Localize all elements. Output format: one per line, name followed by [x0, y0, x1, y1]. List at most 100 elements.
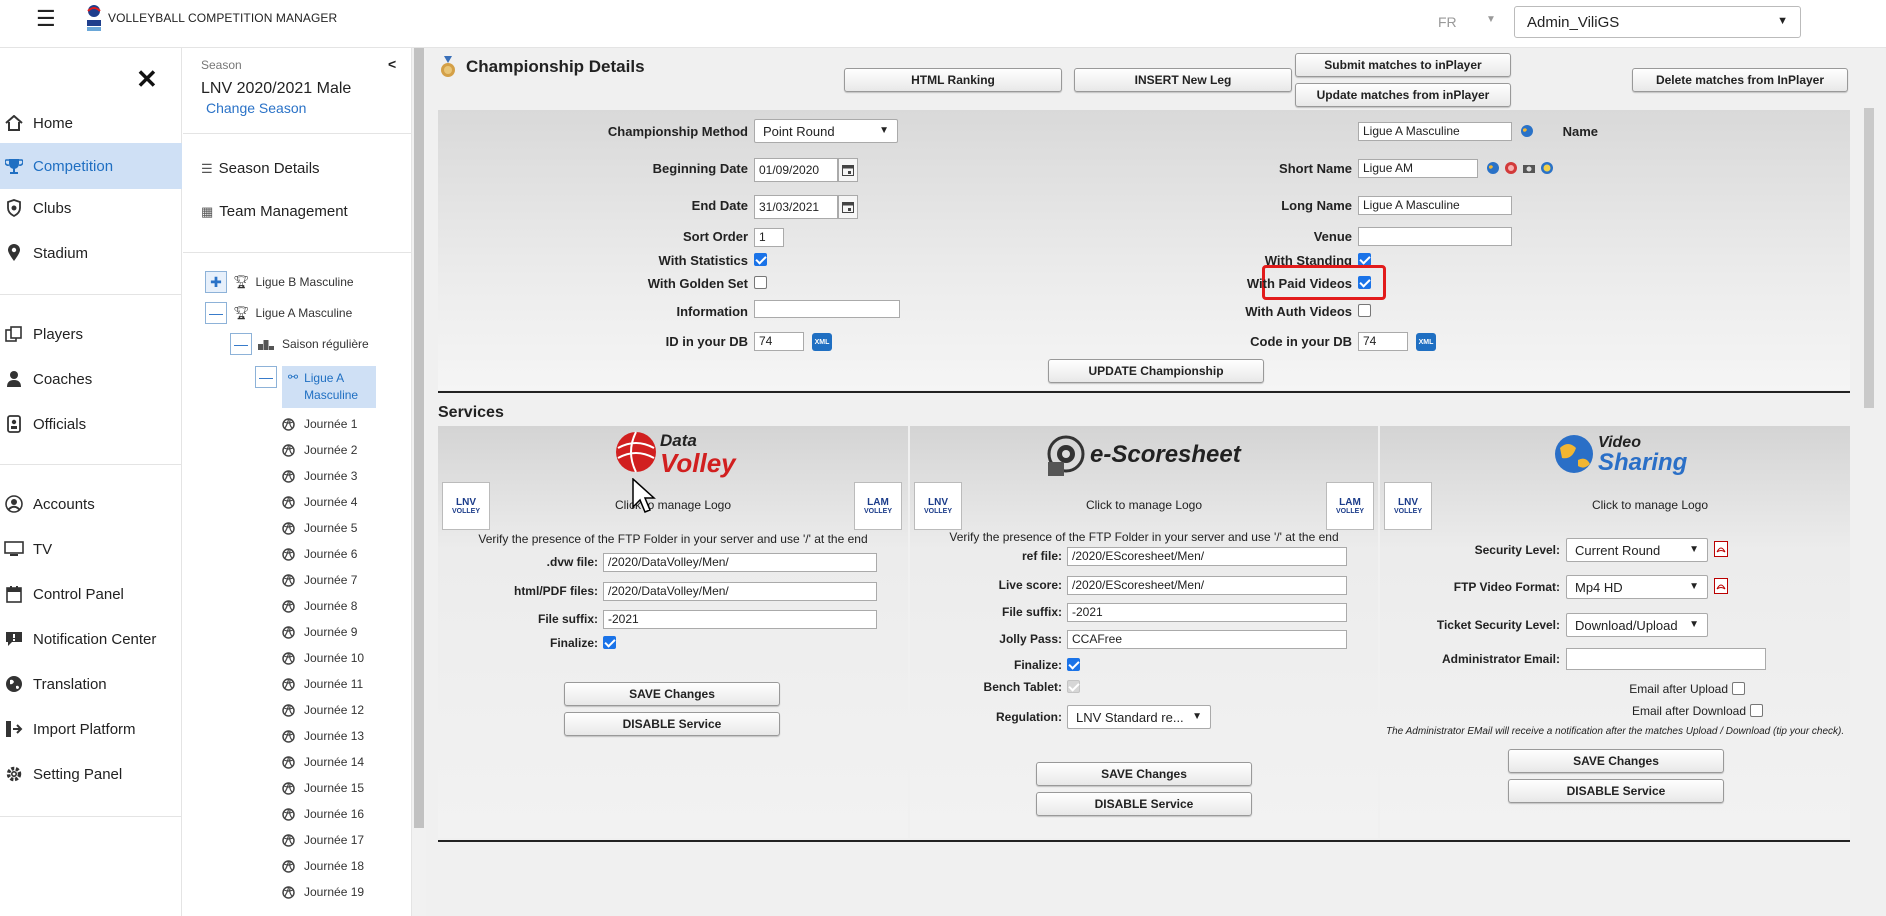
journee-item[interactable]: Journée 17	[282, 833, 364, 847]
ftp-video-format-select[interactable]: Mp4 HD ▼	[1566, 575, 1708, 599]
journee-item[interactable]: Journée 2	[282, 443, 357, 457]
journee-item[interactable]: Journée 18	[282, 859, 364, 873]
regulation-select[interactable]: LNV Standard re... ▼	[1067, 705, 1211, 729]
nav-item-import-platform[interactable]: Import Platform	[0, 706, 182, 752]
journee-item[interactable]: Journée 16	[282, 807, 364, 821]
season-panel-scrollbar[interactable]	[412, 48, 426, 916]
journee-item[interactable]: Journée 10	[282, 651, 364, 665]
with-statistics-checkbox[interactable]	[754, 253, 767, 266]
nav-item-notification-center[interactable]: Notification Center	[0, 616, 182, 662]
nav-item-tv[interactable]: TV	[0, 526, 182, 572]
team-management-link[interactable]: ▦ Team Management	[201, 203, 348, 220]
nav-item-translation[interactable]: Translation	[0, 661, 182, 707]
change-season-link[interactable]: Change Season	[206, 100, 306, 116]
scrollbar-thumb[interactable]	[414, 48, 424, 828]
journee-item[interactable]: Journée 5	[282, 521, 357, 535]
insert-new-leg-button[interactable]: INSERT New Leg	[1074, 68, 1292, 92]
with-golden-set-checkbox[interactable]	[754, 276, 767, 289]
journee-item[interactable]: Journée 19	[282, 885, 364, 899]
nav-item-competition[interactable]: Competition	[0, 143, 182, 189]
nav-item-setting-panel[interactable]: Setting Panel	[0, 751, 182, 797]
journee-item[interactable]: Journée 9	[282, 625, 357, 639]
badge-icon[interactable]	[1540, 161, 1554, 175]
admin-email-input[interactable]	[1566, 648, 1766, 670]
season-details-link[interactable]: ☰ Season Details	[201, 160, 320, 177]
ref-file-input[interactable]: /2020/EScoresheet/Men/	[1067, 547, 1347, 566]
email-after-upload-checkbox[interactable]	[1732, 682, 1745, 695]
method-select[interactable]: Point Round ▼	[754, 119, 898, 143]
nav-item-clubs[interactable]: Clubs	[0, 185, 182, 231]
nav-item-control-panel[interactable]: Control Panel	[0, 571, 182, 617]
sort-order-input[interactable]: 1	[754, 228, 784, 247]
chevron-down-icon[interactable]: ▼	[1486, 14, 1496, 25]
submit-inplayer-button[interactable]: Submit matches to inPlayer	[1295, 53, 1511, 77]
code-in-db-input[interactable]: 74	[1358, 332, 1408, 351]
pdf-icon[interactable]	[1714, 578, 1728, 594]
update-inplayer-button[interactable]: Update matches from inPlayer	[1295, 83, 1511, 107]
nav-item-home[interactable]: Home	[0, 100, 182, 146]
calendar-icon[interactable]	[838, 195, 858, 219]
tree-item-leg-selected[interactable]: ⚯ Ligue A Masculine	[282, 366, 376, 408]
collapse-panel-icon[interactable]: <	[388, 56, 396, 72]
journee-item[interactable]: Journée 6	[282, 547, 357, 561]
ticket-security-select[interactable]: Download/Upload ▼	[1566, 613, 1708, 637]
venue-input[interactable]	[1358, 227, 1512, 246]
finalize-checkbox[interactable]	[603, 636, 616, 649]
journee-item[interactable]: Journée 8	[282, 599, 357, 613]
stamp-icon[interactable]	[1504, 161, 1518, 175]
dvw-file-input[interactable]: /2020/DataVolley/Men/	[603, 553, 877, 572]
with-auth-videos-checkbox[interactable]	[1358, 304, 1371, 317]
translation-globe-icon[interactable]	[1520, 124, 1534, 138]
pdf-icon[interactable]	[1714, 541, 1728, 557]
journee-item[interactable]: Journée 4	[282, 495, 357, 509]
calendar-icon[interactable]	[838, 158, 858, 182]
name-input[interactable]: Ligue A Masculine	[1358, 122, 1512, 141]
journee-item[interactable]: Journée 11	[282, 677, 363, 691]
tree-item-ligue-a[interactable]: — 🏆︎ Ligue A Masculine	[205, 302, 352, 324]
manage-logo-link[interactable]: Click to manage Logo	[1380, 498, 1886, 512]
id-in-db-input[interactable]: 74	[754, 332, 804, 351]
disable-service-button[interactable]: DISABLE Service	[1508, 779, 1724, 803]
journee-item[interactable]: Journée 15	[282, 781, 364, 795]
collapse-minus-icon[interactable]: —	[205, 302, 227, 324]
security-level-select[interactable]: Current Round ▼	[1566, 538, 1708, 562]
journee-item[interactable]: Journée 7	[282, 573, 357, 587]
short-name-input[interactable]: Ligue AM	[1358, 159, 1478, 178]
live-score-input[interactable]: /2020/EScoresheet/Men/	[1067, 576, 1347, 595]
collapse-minus-icon[interactable]: —	[255, 366, 277, 388]
globe-icon[interactable]	[1486, 161, 1500, 175]
save-changes-button[interactable]: SAVE Changes	[1508, 749, 1724, 773]
nav-item-stadium[interactable]: Stadium	[0, 230, 182, 276]
nav-item-coaches[interactable]: Coaches	[0, 356, 182, 402]
file-suffix-input[interactable]: -2021	[603, 610, 877, 629]
xml-icon[interactable]: XML	[812, 333, 832, 351]
journee-item[interactable]: Journée 13	[282, 729, 364, 743]
information-textarea[interactable]	[754, 300, 900, 318]
tree-item-ligue-b[interactable]: ✚ 🏆︎ Ligue B Masculine	[205, 271, 354, 293]
lam-logo-tile[interactable]: LAM VOLLEY	[854, 482, 902, 530]
save-changes-button[interactable]: SAVE Changes	[564, 682, 780, 706]
disable-service-button[interactable]: DISABLE Service	[1036, 792, 1252, 816]
hamburger-menu-icon[interactable]: ☰	[36, 6, 56, 32]
html-pdf-input[interactable]: /2020/DataVolley/Men/	[603, 582, 877, 601]
xml-icon[interactable]: XML	[1416, 333, 1436, 351]
scrollbar-thumb[interactable]	[1864, 108, 1874, 408]
with-paid-videos-checkbox[interactable]	[1358, 276, 1371, 289]
journee-item[interactable]: Journée 12	[282, 703, 364, 717]
journee-item[interactable]: Journée 3	[282, 469, 357, 483]
manage-logo-link[interactable]: Click to manage Logo	[438, 498, 908, 512]
save-changes-button[interactable]: SAVE Changes	[1036, 762, 1252, 786]
end-date-input[interactable]: 31/03/2021	[754, 195, 838, 219]
manage-logo-link[interactable]: Click to manage Logo	[910, 498, 1378, 512]
begin-date-input[interactable]: 01/09/2020	[754, 158, 838, 182]
file-suffix-input[interactable]: -2021	[1067, 603, 1347, 622]
language-selector[interactable]: FR	[1438, 14, 1457, 30]
lam-logo-tile[interactable]: LAM VOLLEY	[1326, 482, 1374, 530]
delete-inplayer-button[interactable]: Delete matches from InPlayer	[1632, 68, 1848, 92]
finalize-checkbox[interactable]	[1067, 658, 1080, 671]
nav-item-accounts[interactable]: Accounts	[0, 481, 182, 527]
collapse-minus-icon[interactable]: —	[230, 333, 252, 355]
bench-tablet-checkbox[interactable]	[1067, 680, 1080, 693]
expand-plus-icon[interactable]: ✚	[205, 271, 227, 293]
main-scrollbar[interactable]	[1852, 48, 1886, 916]
